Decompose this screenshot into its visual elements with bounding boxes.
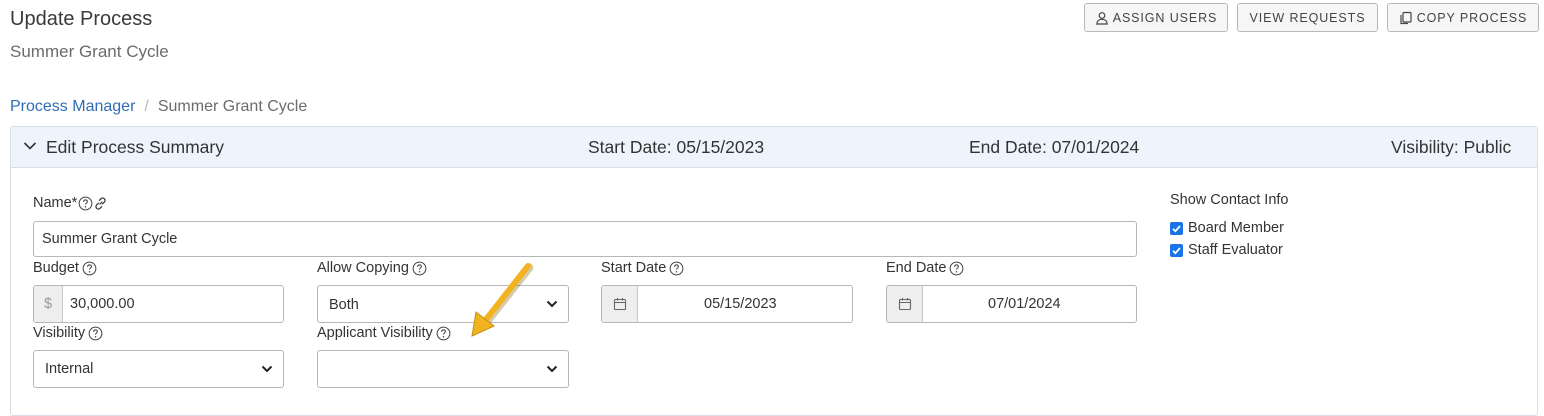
breadcrumb-current: Summer Grant Cycle [157, 98, 308, 115]
help-icon[interactable] [82, 261, 97, 276]
link-icon[interactable] [93, 196, 108, 211]
end-date-label-text: End Date [886, 260, 947, 276]
start-date-label-text: Start Date [601, 260, 667, 276]
name-label-text: Name* [33, 195, 78, 211]
currency-addon: $ [34, 286, 63, 322]
end-date-input[interactable]: 07/01/2024 [886, 285, 1137, 323]
applicant-visibility-label-text: Applicant Visibility [317, 325, 433, 341]
budget-input[interactable]: $ 30,000.00 [33, 285, 284, 323]
end-date-value: 07/01/2024 [988, 296, 1061, 312]
check-icon [1172, 225, 1181, 233]
annotation-arrow [471, 263, 534, 337]
help-icon[interactable] [949, 261, 964, 276]
breadcrumb-separator: / [144, 98, 149, 115]
allow-copying-value: Both [329, 297, 359, 313]
budget-input-value: 30,000.00 [70, 296, 135, 312]
view-requests-label: VIEW REQUESTS [1249, 10, 1366, 25]
budget-label-text: Budget [33, 260, 79, 276]
currency-symbol: $ [43, 296, 53, 312]
chevron-down-icon [546, 365, 558, 373]
applicant-visibility-select[interactable] [317, 350, 569, 388]
copy-process-label: COPY PROCESS [1416, 10, 1528, 25]
visibility-value: Internal [45, 361, 94, 377]
visibility-label-text: Visibility [33, 325, 86, 341]
allow-copying-label-text: Allow Copying [317, 260, 409, 276]
staff-evaluator-label: Staff Evaluator [1188, 242, 1283, 258]
visibility-label: Visibility [33, 325, 103, 341]
summary-visibility: Visibility: Public [1391, 137, 1512, 157]
name-label: Name* [33, 195, 108, 211]
calendar-addon[interactable] [602, 286, 638, 322]
start-date-label: Start Date [601, 260, 684, 276]
help-icon[interactable] [412, 261, 427, 276]
summary-title: Edit Process Summary [46, 137, 224, 157]
name-input[interactable]: Summer Grant Cycle [33, 221, 1137, 257]
staff-evaluator-checkbox[interactable] [1170, 244, 1183, 257]
end-date-label: End Date [886, 260, 964, 276]
chevron-down-icon [23, 142, 37, 150]
copy-icon [1400, 11, 1412, 24]
calendar-addon[interactable] [887, 286, 923, 322]
summary-start-date: Start Date: 05/15/2023 [588, 137, 765, 157]
chevron-down-icon [546, 300, 558, 308]
help-icon[interactable] [436, 326, 451, 341]
page-subtitle: Summer Grant Cycle [10, 42, 169, 61]
allow-copying-label: Allow Copying [317, 260, 427, 276]
name-input-value: Summer Grant Cycle [42, 231, 178, 247]
chevron-down-icon [261, 365, 273, 373]
help-icon[interactable] [78, 196, 93, 211]
help-icon[interactable] [88, 326, 103, 341]
copy-process-button[interactable]: COPY PROCESS [1387, 3, 1539, 32]
page-title: Update Process [10, 8, 153, 30]
start-date-input[interactable]: 05/15/2023 [601, 285, 853, 323]
calendar-icon [613, 298, 626, 311]
breadcrumb-link-process-manager[interactable]: Process Manager [10, 98, 135, 115]
visibility-select[interactable]: Internal [33, 350, 284, 388]
board-member-label: Board Member [1188, 220, 1284, 236]
assign-users-label: ASSIGN USERS [1112, 10, 1218, 25]
contact-info-title: Show Contact Info [1170, 192, 1289, 208]
assign-users-button[interactable]: ASSIGN USERS [1084, 3, 1228, 32]
calendar-icon [898, 298, 911, 311]
board-member-checkbox[interactable] [1170, 222, 1183, 235]
check-icon [1172, 247, 1181, 255]
applicant-visibility-label: Applicant Visibility [317, 325, 451, 341]
summary-end-date: End Date: 07/01/2024 [969, 137, 1140, 157]
breadcrumb: Process Manager / Summer Grant Cycle [10, 98, 307, 116]
help-icon[interactable] [669, 261, 684, 276]
budget-label: Budget [33, 260, 97, 276]
start-date-value: 05/15/2023 [704, 296, 777, 312]
user-icon [1095, 11, 1108, 25]
view-requests-button[interactable]: VIEW REQUESTS [1237, 3, 1378, 32]
process-summary-header[interactable]: Edit Process Summary Start Date: 05/15/2… [11, 127, 1537, 168]
